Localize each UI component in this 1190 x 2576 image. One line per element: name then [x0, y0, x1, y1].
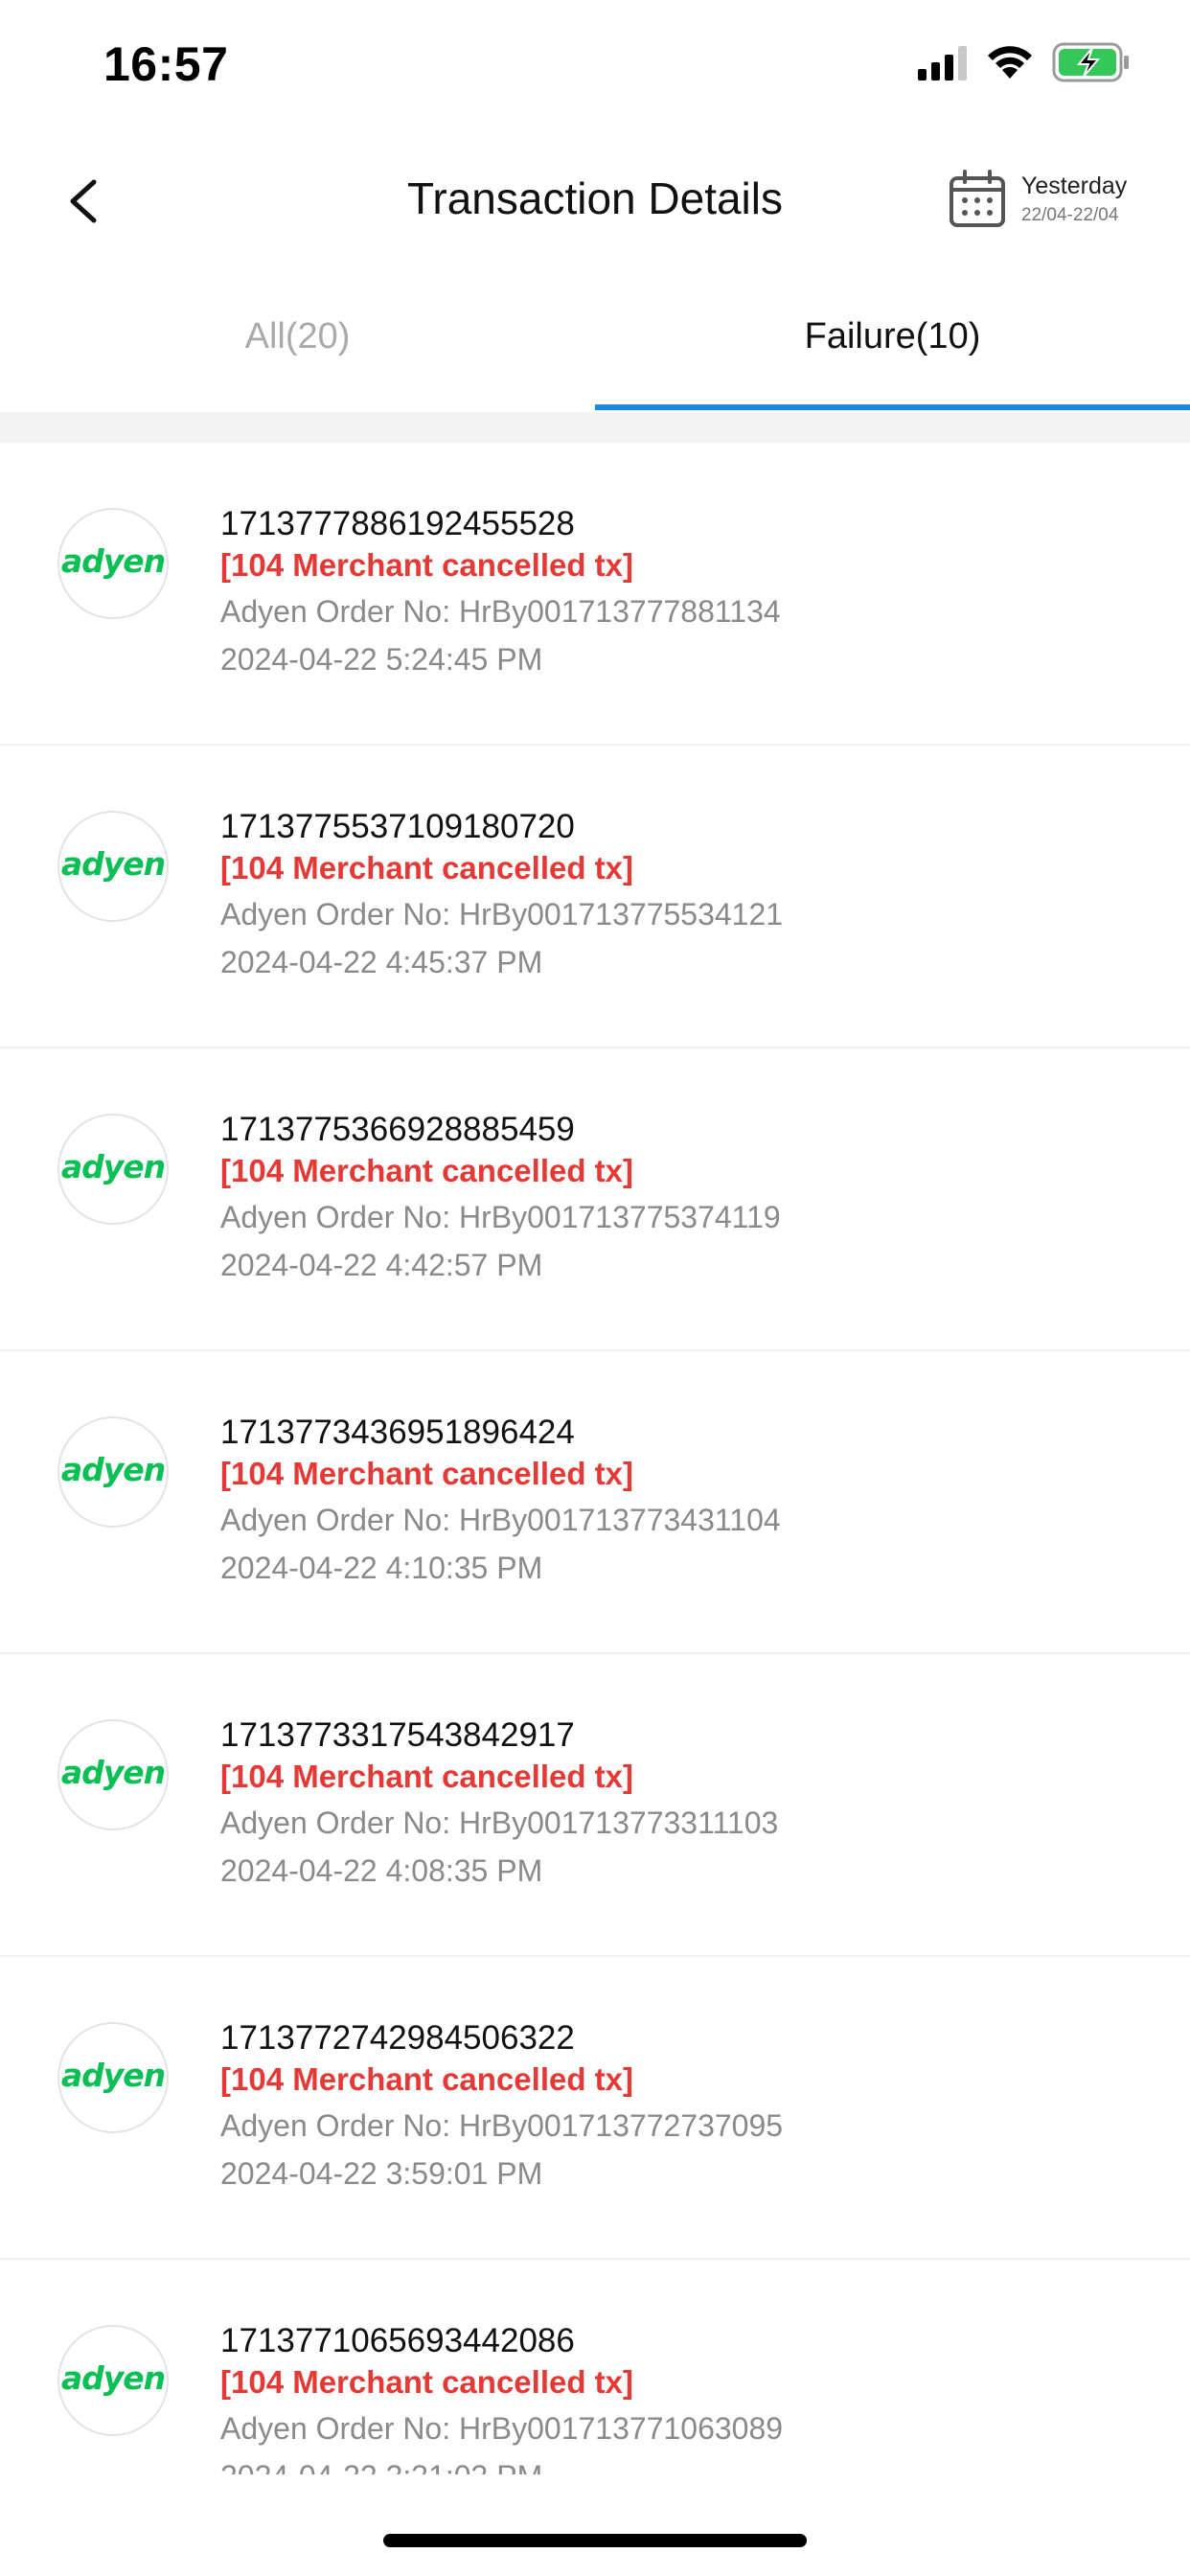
tab-all-label: All(20) — [244, 316, 351, 356]
adyen-logo-text: adyen — [60, 2359, 166, 2397]
transaction-error: [104 Merchant cancelled tx] — [220, 547, 633, 583]
date-filter-button[interactable]: Yesterday 22/04-22/04 — [949, 167, 1159, 236]
transaction-id: 1713775366928885459 — [220, 1111, 575, 1148]
tab-all[interactable]: All(20) — [0, 288, 595, 412]
adyen-logo-text: adyen — [60, 845, 166, 883]
status-bar: 16:57 — [0, 0, 1190, 125]
transaction-date: 2024-04-22 4:45:37 PM — [220, 945, 543, 979]
adyen-logo-text: adyen — [60, 1451, 166, 1488]
transaction-error: [104 Merchant cancelled tx] — [220, 1456, 633, 1491]
adyen-logo-text: adyen — [60, 2057, 166, 2094]
adyen-logo-icon: adyen — [57, 508, 169, 619]
adyen-logo-icon: adyen — [57, 811, 169, 922]
transaction-row[interactable]: adyen 1713772742984506322 [104 Merchant … — [0, 1957, 1190, 2260]
nav-header: Transaction Details Yesterday 22/04-22/0… — [0, 144, 1190, 259]
adyen-logo-icon: adyen — [57, 1114, 169, 1225]
adyen-logo-icon: adyen — [57, 2022, 169, 2133]
adyen-logo-icon: adyen — [57, 2325, 169, 2436]
screen: 16:57 Transaction Details Yesterday 22/0… — [0, 0, 1190, 2576]
home-indicator[interactable] — [383, 2534, 807, 2547]
transaction-error: [104 Merchant cancelled tx] — [220, 1153, 633, 1188]
transaction-date: 2024-04-22 4:08:35 PM — [220, 1853, 543, 1888]
transaction-row[interactable]: adyen 1713773436951896424 [104 Merchant … — [0, 1351, 1190, 1654]
transaction-date: 2024-04-22 3:31:03 PM — [220, 2459, 542, 2474]
transaction-date: 2024-04-22 4:10:35 PM — [220, 1551, 543, 1585]
transaction-id: 1713772742984506322 — [220, 2019, 575, 2057]
date-filter-label: Yesterday — [1021, 172, 1128, 199]
wifi-icon — [988, 46, 1032, 79]
active-tab-indicator — [595, 404, 1190, 410]
transaction-list: adyen 1713777886192455528 [104 Merchant … — [0, 443, 1190, 2474]
transaction-date: 2024-04-22 5:24:45 PM — [220, 642, 543, 677]
transaction-row[interactable]: adyen 1713777886192455528 [104 Merchant … — [0, 443, 1190, 746]
status-time: 16:57 — [103, 37, 229, 91]
transaction-id: 1713773436951896424 — [220, 1414, 575, 1451]
transaction-row[interactable]: adyen 1713773317543842917 [104 Merchant … — [0, 1654, 1190, 1957]
transaction-order-number: Adyen Order No: HrBy001713775374119 — [220, 1200, 781, 1234]
transaction-order-number: Adyen Order No: HrBy001713777881134 — [220, 594, 781, 629]
adyen-logo-text: adyen — [60, 542, 166, 580]
transaction-id: 1713777886192455528 — [220, 505, 575, 542]
transaction-date: 2024-04-22 3:59:01 PM — [220, 2156, 543, 2191]
adyen-logo-text: adyen — [60, 1148, 166, 1185]
transaction-date: 2024-04-22 4:42:57 PM — [220, 1248, 543, 1282]
transaction-error: [104 Merchant cancelled tx] — [220, 850, 633, 886]
transaction-error: [104 Merchant cancelled tx] — [220, 2364, 633, 2400]
date-filter-range: 22/04-22/04 — [1021, 205, 1119, 225]
transaction-row[interactable]: adyen 1713775366928885459 [104 Merchant … — [0, 1048, 1190, 1351]
adyen-logo-text: adyen — [60, 1754, 166, 1791]
transaction-id: 1713775537109180720 — [220, 808, 575, 845]
section-divider — [0, 412, 1190, 443]
transaction-order-number: Adyen Order No: HrBy001713772737095 — [220, 2108, 784, 2143]
transaction-row[interactable]: adyen 1713771065693442086 [104 Merchant … — [0, 2260, 1190, 2474]
transaction-error: [104 Merchant cancelled tx] — [220, 2061, 633, 2097]
transaction-id: 1713773317543842917 — [220, 1716, 575, 1754]
calendar-icon — [950, 170, 1005, 227]
tab-failure-label: Failure(10) — [804, 316, 981, 356]
transaction-order-number: Adyen Order No: HrBy001713773431104 — [220, 1503, 781, 1537]
battery-charging-icon — [1052, 42, 1129, 82]
transaction-id: 1713771065693442086 — [220, 2322, 575, 2359]
tab-failure[interactable]: Failure(10) — [595, 288, 1190, 412]
adyen-logo-icon: adyen — [57, 1719, 169, 1830]
adyen-logo-icon: adyen — [57, 1416, 169, 1528]
transaction-order-number: Adyen Order No: HrBy001713771063089 — [220, 2411, 784, 2446]
transaction-row[interactable]: adyen 1713775537109180720 [104 Merchant … — [0, 746, 1190, 1048]
cellular-signal-icon — [918, 46, 967, 80]
transaction-order-number: Adyen Order No: HrBy001713775534121 — [220, 897, 784, 932]
transaction-error: [104 Merchant cancelled tx] — [220, 1759, 633, 1794]
transaction-order-number: Adyen Order No: HrBy001713773311103 — [220, 1806, 779, 1840]
tab-bar: All(20) Failure(10) — [0, 288, 1190, 412]
